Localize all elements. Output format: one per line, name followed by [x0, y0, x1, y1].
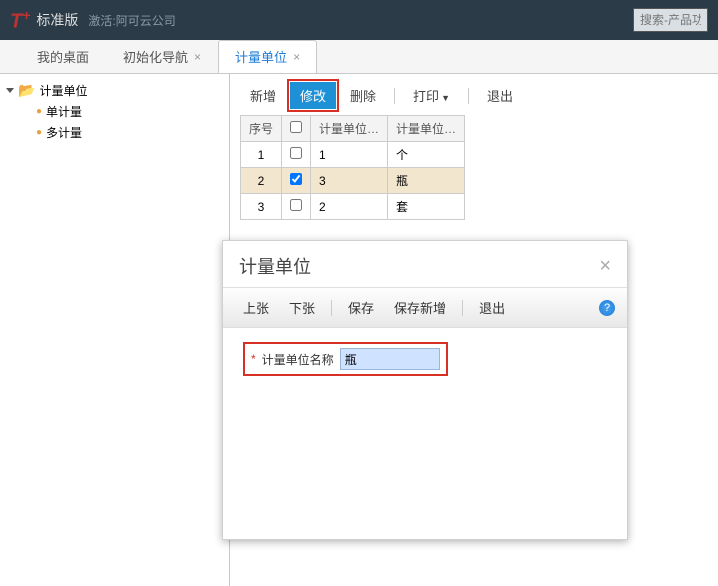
company-label: 激活:阿可云公司	[88, 12, 175, 29]
dialog-title: 计量单位	[239, 253, 311, 279]
unit-name-input[interactable]	[340, 348, 440, 370]
prev-button[interactable]: 上张	[235, 296, 277, 319]
tab-label: 计量单位	[235, 41, 287, 74]
dialog-body: * 计量单位名称	[223, 328, 627, 390]
topbar: T+ 标准版 激活:阿可云公司	[0, 0, 718, 40]
tree-label: 单计量	[46, 103, 82, 120]
cell-code: 3	[311, 168, 388, 194]
cell-check	[282, 168, 311, 194]
tab-desktop[interactable]: 我的桌面	[20, 40, 106, 73]
close-icon[interactable]: ×	[194, 41, 201, 74]
tree-item-single[interactable]: ● 单计量	[6, 101, 223, 122]
cell-name: 个	[388, 142, 465, 168]
save-button[interactable]: 保存	[340, 296, 382, 319]
help-icon[interactable]: ?	[599, 300, 615, 316]
edit-button[interactable]: 修改	[290, 82, 336, 109]
dialog-toolbar: 上张 下张 保存 保存新增 退出 ?	[223, 288, 627, 328]
col-name[interactable]: 计量单位…	[388, 116, 465, 142]
cell-code: 1	[311, 142, 388, 168]
cell-name: 瓶	[388, 168, 465, 194]
separator	[331, 300, 332, 316]
row-checkbox[interactable]	[290, 147, 302, 159]
logo-plus: +	[22, 7, 30, 23]
cell-seq: 3	[241, 194, 282, 220]
content-toolbar: 新增 修改 删除 打印▼ 退出	[240, 80, 708, 115]
delete-button[interactable]: 删除	[340, 82, 386, 109]
separator	[462, 300, 463, 316]
field-label: 计量单位名称	[262, 351, 334, 368]
separator	[394, 88, 395, 104]
add-button[interactable]: 新增	[240, 82, 286, 109]
cell-check	[282, 194, 311, 220]
search-input[interactable]	[633, 8, 708, 32]
close-icon[interactable]: ×	[599, 256, 611, 276]
next-button[interactable]: 下张	[281, 296, 323, 319]
edit-dialog: 计量单位 × 上张 下张 保存 保存新增 退出 ? * 计量单位名称	[222, 240, 628, 540]
col-seq[interactable]: 序号	[241, 116, 282, 142]
tab-label: 我的桌面	[37, 41, 89, 74]
row-checkbox[interactable]	[290, 173, 302, 185]
field-row-unit-name: * 计量单位名称	[243, 342, 448, 376]
row-checkbox[interactable]	[290, 199, 302, 211]
checkbox-all[interactable]	[290, 121, 302, 133]
print-button[interactable]: 打印▼	[403, 82, 460, 109]
tab-label: 初始化导航	[123, 41, 188, 74]
table-row[interactable]: 2 3 瓶	[241, 168, 465, 194]
table-row[interactable]: 1 1 个	[241, 142, 465, 168]
tabstrip: 我的桌面 初始化导航 × 计量单位 ×	[0, 40, 718, 74]
exit-button[interactable]: 退出	[477, 82, 523, 109]
tree-label: 计量单位	[39, 82, 87, 99]
col-code[interactable]: 计量单位…	[311, 116, 388, 142]
col-check[interactable]	[282, 116, 311, 142]
sidebar: 📂 计量单位 ● 单计量 ● 多计量	[0, 74, 230, 586]
bullet-icon: ●	[36, 106, 42, 117]
dialog-exit-button[interactable]: 退出	[471, 296, 513, 319]
cell-check	[282, 142, 311, 168]
tree-item-multi[interactable]: ● 多计量	[6, 122, 223, 143]
caret-down-icon	[6, 88, 14, 93]
tree-label: 多计量	[46, 124, 82, 141]
close-icon[interactable]: ×	[293, 41, 300, 74]
unit-table: 序号 计量单位… 计量单位… 1 1 个 2 3 瓶	[240, 115, 465, 220]
cell-code: 2	[311, 194, 388, 220]
dialog-header: 计量单位 ×	[223, 241, 627, 288]
logo: T+	[10, 7, 30, 34]
table-row[interactable]: 3 2 套	[241, 194, 465, 220]
cell-name: 套	[388, 194, 465, 220]
cell-seq: 2	[241, 168, 282, 194]
folder-icon: 📂	[18, 82, 35, 99]
cell-seq: 1	[241, 142, 282, 168]
separator	[468, 88, 469, 104]
print-label: 打印	[413, 89, 439, 104]
required-star: *	[251, 352, 256, 366]
tab-init-nav[interactable]: 初始化导航 ×	[106, 40, 218, 73]
savenew-button[interactable]: 保存新增	[386, 296, 454, 319]
tree-root[interactable]: 📂 计量单位	[6, 80, 223, 101]
edition-label: 标准版	[36, 10, 78, 30]
chevron-down-icon: ▼	[441, 93, 450, 103]
logo-text: T	[10, 10, 22, 32]
tab-unit[interactable]: 计量单位 ×	[218, 40, 317, 73]
bullet-icon: ●	[36, 127, 42, 138]
search-wrap	[633, 8, 708, 32]
